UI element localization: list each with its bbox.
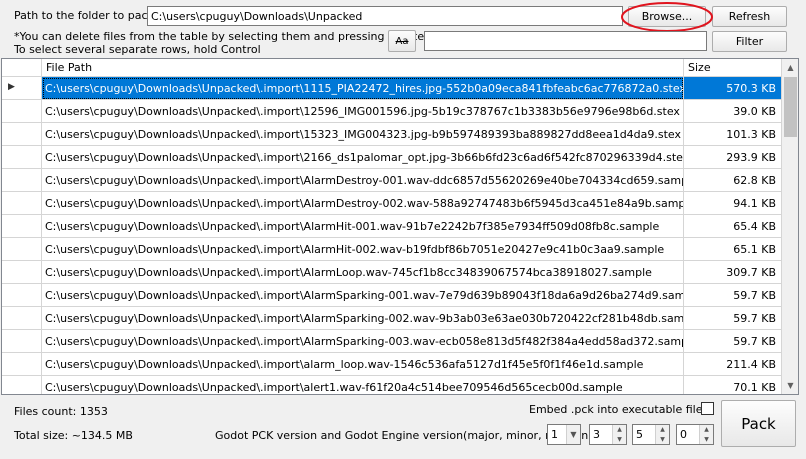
file-size-cell[interactable]: 94.1 KB bbox=[684, 192, 782, 215]
table-row[interactable]: C:\users\cpuguy\Downloads\Unpacked\.impo… bbox=[2, 261, 782, 284]
scroll-thumb[interactable] bbox=[784, 77, 797, 137]
row-header[interactable] bbox=[2, 192, 42, 215]
column-header-file-path[interactable]: File Path bbox=[42, 59, 684, 77]
file-path-cell[interactable]: C:\users\cpuguy\Downloads\Unpacked\.impo… bbox=[42, 192, 684, 215]
match-case-icon: Aa bbox=[395, 35, 409, 47]
stepper-arrows-icon[interactable]: ▲ ▼ bbox=[655, 425, 669, 444]
refresh-button[interactable]: Refresh bbox=[712, 6, 787, 27]
file-path-cell[interactable]: C:\users\cpuguy\Downloads\Unpacked\.impo… bbox=[42, 238, 684, 261]
row-header[interactable] bbox=[2, 353, 42, 376]
row-header[interactable] bbox=[2, 169, 42, 192]
file-table[interactable]: File Path Size ▶ C:\users\cpuguy\Download… bbox=[1, 58, 799, 395]
file-path-cell[interactable]: C:\users\cpuguy\Downloads\Unpacked\.impo… bbox=[42, 215, 684, 238]
row-header[interactable] bbox=[2, 330, 42, 353]
file-path-cell[interactable]: C:\users\cpuguy\Downloads\Unpacked\.impo… bbox=[42, 77, 684, 100]
file-path-cell[interactable]: C:\users\cpuguy\Downloads\Unpacked\.impo… bbox=[42, 100, 684, 123]
file-path-cell[interactable]: C:\users\cpuguy\Downloads\Unpacked\.impo… bbox=[42, 261, 684, 284]
pck-version-value: 1 bbox=[551, 428, 558, 441]
file-size-cell[interactable]: 62.8 KB bbox=[684, 169, 782, 192]
select-hint: To select several separate rows, hold Co… bbox=[14, 43, 261, 56]
filter-button[interactable]: Filter bbox=[712, 31, 787, 52]
file-path-cell[interactable]: C:\users\cpuguy\Downloads\Unpacked\.impo… bbox=[42, 330, 684, 353]
file-size-cell[interactable]: 211.4 KB bbox=[684, 353, 782, 376]
annotation-circle bbox=[621, 2, 713, 32]
file-path-cell[interactable]: C:\users\cpuguy\Downloads\Unpacked\.impo… bbox=[42, 284, 684, 307]
row-header[interactable] bbox=[2, 100, 42, 123]
revision-version-stepper[interactable]: 0 ▲ ▼ bbox=[676, 424, 714, 445]
current-row-indicator-icon: ▶ bbox=[8, 82, 15, 92]
table-row[interactable]: C:\users\cpuguy\Downloads\Unpacked\.impo… bbox=[2, 238, 782, 261]
pck-version-select[interactable]: 1 ▼ bbox=[547, 424, 581, 445]
file-size-cell[interactable]: 65.4 KB bbox=[684, 215, 782, 238]
scroll-up-icon[interactable]: ▲ bbox=[782, 59, 798, 76]
file-size-cell[interactable]: 70.1 KB bbox=[684, 376, 782, 394]
file-size-cell[interactable]: 101.3 KB bbox=[684, 123, 782, 146]
major-version-stepper[interactable]: 3 ▲ ▼ bbox=[589, 424, 627, 445]
match-case-toggle[interactable]: Aa bbox=[388, 30, 416, 52]
row-header[interactable] bbox=[2, 261, 42, 284]
file-path-cell[interactable]: C:\users\cpuguy\Downloads\Unpacked\.impo… bbox=[42, 146, 684, 169]
table-row[interactable]: C:\users\cpuguy\Downloads\Unpacked\.impo… bbox=[2, 376, 782, 394]
row-header[interactable] bbox=[2, 123, 42, 146]
file-size-cell[interactable]: 59.7 KB bbox=[684, 307, 782, 330]
column-header-size[interactable]: Size bbox=[684, 59, 782, 77]
delete-hint: *You can delete files from the table by … bbox=[14, 30, 428, 43]
version-label: Godot PCK version and Godot Engine versi… bbox=[215, 429, 593, 442]
minor-version-value: 5 bbox=[636, 428, 643, 441]
row-header[interactable] bbox=[2, 284, 42, 307]
file-path-cell[interactable]: C:\users\cpuguy\Downloads\Unpacked\.impo… bbox=[42, 353, 684, 376]
row-header[interactable] bbox=[2, 238, 42, 261]
row-header-corner bbox=[2, 59, 42, 77]
table-row[interactable]: ▶ C:\users\cpuguy\Downloads\Unpacked\.imp… bbox=[2, 77, 782, 100]
embed-checkbox[interactable] bbox=[701, 402, 714, 415]
table-row[interactable]: C:\users\cpuguy\Downloads\Unpacked\.impo… bbox=[2, 330, 782, 353]
stepper-arrows-icon[interactable]: ▲ ▼ bbox=[612, 425, 626, 444]
folder-path-input[interactable]: C:\users\cpuguy\Downloads\Unpacked bbox=[147, 6, 623, 26]
file-path-cell[interactable]: C:\users\cpuguy\Downloads\Unpacked\.impo… bbox=[42, 376, 684, 394]
file-path-cell[interactable]: C:\users\cpuguy\Downloads\Unpacked\.impo… bbox=[42, 307, 684, 330]
table-row[interactable]: C:\users\cpuguy\Downloads\Unpacked\.impo… bbox=[2, 123, 782, 146]
files-count: Files count: 1353 bbox=[14, 405, 108, 418]
file-table-body: File Path Size ▶ C:\users\cpuguy\Download… bbox=[2, 59, 782, 394]
file-size-cell[interactable]: 65.1 KB bbox=[684, 238, 782, 261]
file-size-cell[interactable]: 309.7 KB bbox=[684, 261, 782, 284]
file-size-cell[interactable]: 293.9 KB bbox=[684, 146, 782, 169]
embed-label: Embed .pck into executable file bbox=[529, 403, 703, 416]
file-path-cell[interactable]: C:\users\cpuguy\Downloads\Unpacked\.impo… bbox=[42, 123, 684, 146]
revision-version-value: 0 bbox=[680, 428, 687, 441]
table-row[interactable]: C:\users\cpuguy\Downloads\Unpacked\.impo… bbox=[2, 146, 782, 169]
table-row[interactable]: C:\users\cpuguy\Downloads\Unpacked\.impo… bbox=[2, 100, 782, 123]
file-size-cell[interactable]: 39.0 KB bbox=[684, 100, 782, 123]
total-size: Total size: ~134.5 MB bbox=[14, 429, 133, 442]
table-row[interactable]: C:\users\cpuguy\Downloads\Unpacked\.impo… bbox=[2, 353, 782, 376]
table-row[interactable]: C:\users\cpuguy\Downloads\Unpacked\.impo… bbox=[2, 192, 782, 215]
file-size-cell[interactable]: 59.7 KB bbox=[684, 330, 782, 353]
filter-input[interactable] bbox=[424, 31, 707, 51]
vertical-scrollbar[interactable]: ▲ ▼ bbox=[782, 59, 798, 394]
file-size-cell[interactable]: 59.7 KB bbox=[684, 284, 782, 307]
minor-version-stepper[interactable]: 5 ▲ ▼ bbox=[632, 424, 670, 445]
table-row[interactable]: C:\users\cpuguy\Downloads\Unpacked\.impo… bbox=[2, 284, 782, 307]
row-header[interactable]: ▶ bbox=[2, 77, 42, 100]
folder-path-label: Path to the folder to pack: bbox=[14, 9, 158, 22]
row-header[interactable] bbox=[2, 215, 42, 238]
major-version-value: 3 bbox=[593, 428, 600, 441]
chevron-down-icon: ▼ bbox=[566, 425, 580, 444]
row-header[interactable] bbox=[2, 376, 42, 394]
file-size-cell[interactable]: 570.3 KB bbox=[684, 77, 782, 100]
table-row[interactable]: C:\users\cpuguy\Downloads\Unpacked\.impo… bbox=[2, 215, 782, 238]
stepper-arrows-icon[interactable]: ▲ ▼ bbox=[699, 425, 713, 444]
row-header[interactable] bbox=[2, 307, 42, 330]
pack-button[interactable]: Pack bbox=[721, 400, 796, 447]
row-header[interactable] bbox=[2, 146, 42, 169]
table-row[interactable]: C:\users\cpuguy\Downloads\Unpacked\.impo… bbox=[2, 307, 782, 330]
scroll-down-icon[interactable]: ▼ bbox=[782, 377, 798, 394]
file-path-cell[interactable]: C:\users\cpuguy\Downloads\Unpacked\.impo… bbox=[42, 169, 684, 192]
table-row[interactable]: C:\users\cpuguy\Downloads\Unpacked\.impo… bbox=[2, 169, 782, 192]
